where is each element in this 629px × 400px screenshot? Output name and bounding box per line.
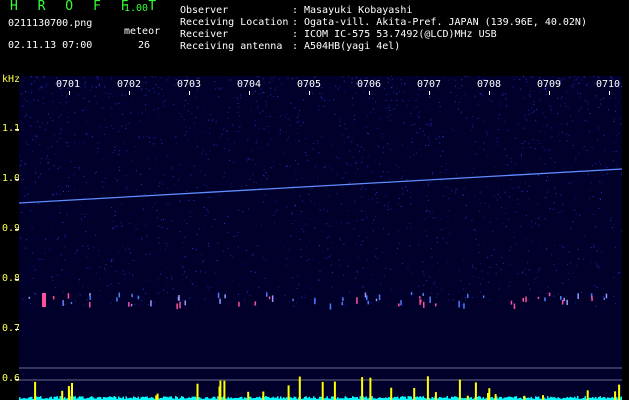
datetime-label: 02.11.13 07:00 <box>8 40 93 51</box>
x-tick-mark <box>549 91 550 95</box>
spectrogram-panel <box>19 76 622 400</box>
x-tick-mark <box>129 91 130 95</box>
noise-speckle <box>19 76 622 307</box>
x-tick-mark <box>369 91 370 95</box>
x-tick-mark <box>309 91 310 95</box>
x-tick-0705: 0705 <box>297 79 322 90</box>
observer-value: Masayuki Kobayashi <box>304 5 413 16</box>
x-tick-mark <box>249 91 250 95</box>
receiver-value: ICOM IC-575 53.7492(@LCD)MHz USB <box>304 29 497 40</box>
x-tick-0710: 0710 <box>596 79 621 90</box>
antenna-value: A504HB(yagi 4el) <box>304 41 401 52</box>
receiver-key: Receiver <box>180 29 229 40</box>
y-axis-unit: kHz <box>2 74 21 85</box>
x-tick-0701: 0701 <box>56 79 81 90</box>
antenna-separator: : <box>292 41 299 52</box>
x-tick-0706: 0706 <box>357 79 382 90</box>
x-tick-mark <box>609 91 610 95</box>
x-tick-mark <box>189 91 190 95</box>
antenna-key: Receiving antenna <box>180 41 283 52</box>
filename-label: 0211130700.png <box>8 18 93 29</box>
x-tick-0702: 0702 <box>117 79 142 90</box>
observer-separator: : <box>292 5 299 16</box>
x-tick-0707: 0707 <box>417 79 442 90</box>
spectrogram-canvas <box>19 76 622 400</box>
location-separator: : <box>292 17 299 28</box>
x-tick-0708: 0708 <box>477 79 502 90</box>
carrier-drift-line <box>19 168 622 204</box>
location-value: Ogata-vill. Akita-Pref. JAPAN (139.96E, … <box>304 17 587 28</box>
meteor-count-label: meteor <box>124 26 161 37</box>
x-tick-mark <box>69 91 70 95</box>
x-tick-mark <box>489 91 490 95</box>
location-key: Receiving Location <box>180 17 289 28</box>
meteor-echoes <box>28 292 608 310</box>
x-tick-0704: 0704 <box>237 79 262 90</box>
app-version: 1.00 <box>124 3 149 14</box>
meteor-count-value: 26 <box>138 40 151 51</box>
receiver-separator: : <box>292 29 299 40</box>
observer-key: Observer <box>180 5 229 16</box>
x-tick-mark <box>429 91 430 95</box>
x-tick-0703: 0703 <box>177 79 202 90</box>
x-tick-0709: 0709 <box>537 79 562 90</box>
